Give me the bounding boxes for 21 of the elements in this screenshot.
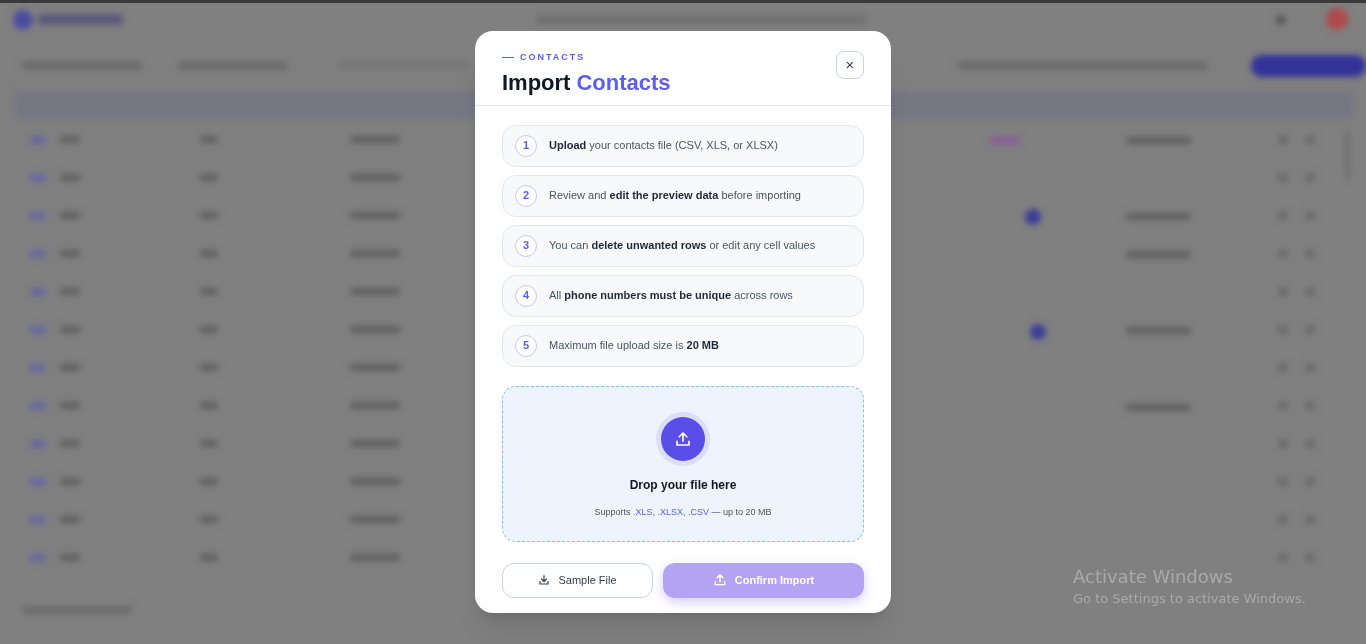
- step-number: 2: [515, 184, 537, 207]
- step-text: Review and edit the preview data before importing: [549, 188, 801, 204]
- step-number: 4: [515, 284, 537, 307]
- step-text: Maximum file upload size is 20 MB: [549, 338, 719, 354]
- dialog-eyebrow: CONTACTS: [520, 51, 586, 64]
- download-icon: [538, 574, 551, 586]
- dropzone-hint: Supports .XLS, .XLSX, .CSV — up to 20 MB: [594, 505, 772, 519]
- upload-icon: [712, 573, 727, 587]
- step-text: All phone numbers must be unique across rows: [549, 288, 793, 304]
- dropzone-title: Drop your file here: [629, 476, 737, 494]
- step-text: You can delete unwanted rows or edit any cell values: [549, 238, 816, 254]
- step-number: 1: [515, 134, 537, 157]
- step-number: 5: [515, 334, 537, 357]
- step-text: Upload your contacts file (CSV, XLS, or XLSX): [549, 138, 778, 154]
- sample-file-button[interactable]: Sample File: [502, 562, 653, 598]
- step-number: 3: [515, 234, 537, 257]
- file-dropzone[interactable]: Drop your file here Supports .XLS, .XLSX, .CSV — up to 20 MB: [502, 385, 864, 542]
- dialog-title-accent: Contacts: [576, 68, 671, 97]
- dialog-title: Import: [502, 68, 571, 97]
- close-button[interactable]: ×: [836, 51, 864, 79]
- upload-icon: [674, 429, 692, 448]
